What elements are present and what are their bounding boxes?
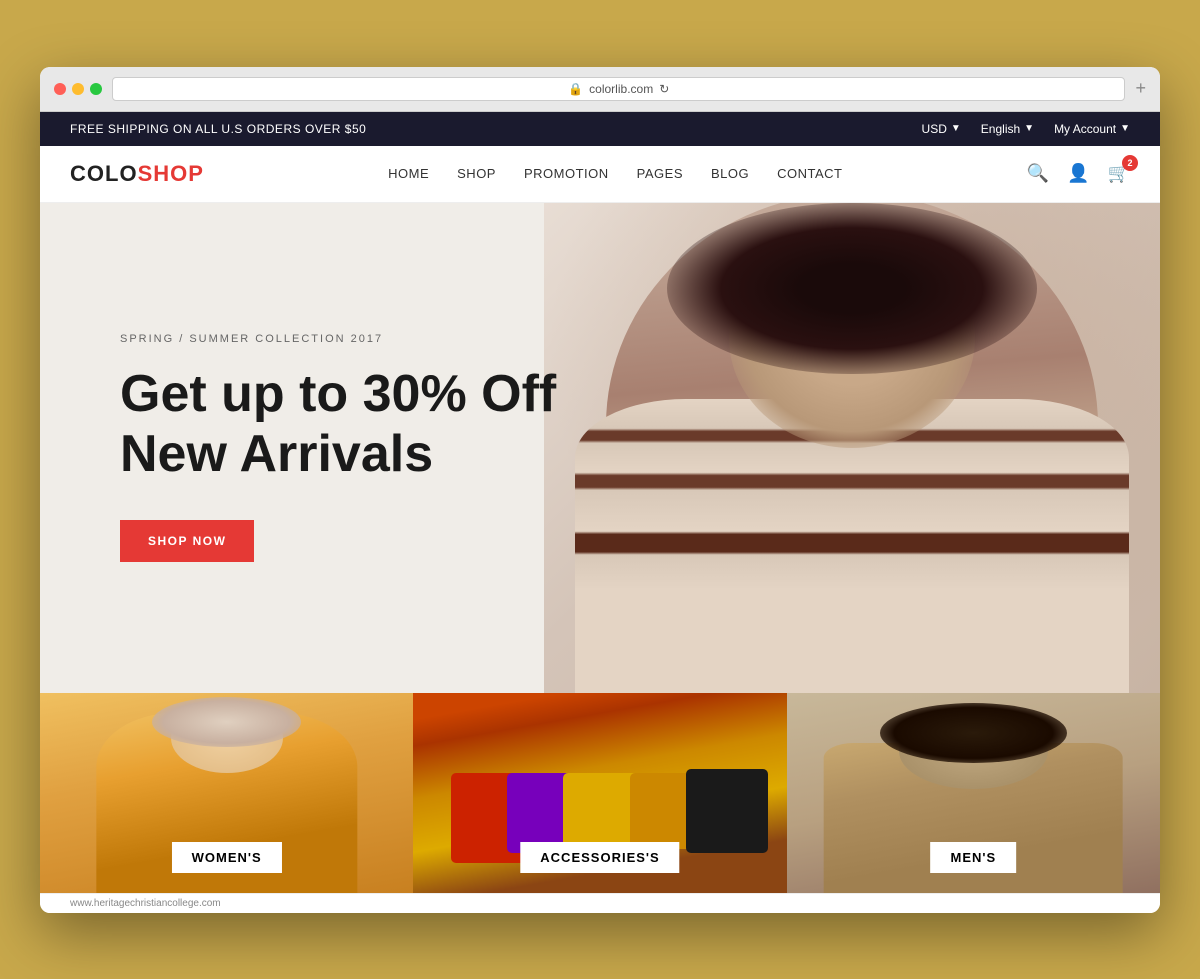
browser-window: 🔒 colorlib.com ↻ + FREE SHIPPING ON ALL … (40, 67, 1160, 913)
nav-promotion[interactable]: PROMOTION (524, 165, 609, 183)
women-label: WOMEN'S (172, 842, 282, 873)
nav-shop[interactable]: SHOP (457, 165, 496, 183)
hero-title-line2: New Arrivals (120, 425, 433, 483)
nav-blog[interactable]: BLOG (711, 165, 749, 183)
nav-pages[interactable]: PAGES (637, 165, 683, 183)
announcement-text: FREE SHIPPING ON ALL U.S ORDERS OVER $50 (70, 122, 366, 136)
language-chevron: ▼ (1024, 123, 1034, 134)
new-tab-button[interactable]: + (1135, 78, 1146, 99)
cart-icon[interactable]: 🛒 2 (1108, 163, 1130, 184)
url-bar[interactable]: 🔒 colorlib.com ↻ (112, 77, 1125, 101)
account-icon[interactable]: 👤 (1067, 163, 1089, 184)
main-nav: COLOSHOP HOME SHOP PROMOTION PAGES BLOG … (40, 146, 1160, 203)
search-icon[interactable]: 🔍 (1027, 163, 1049, 184)
category-mens[interactable]: MEN'S (787, 693, 1160, 893)
hero-title-line1: Get up to 30% Off (120, 365, 556, 423)
account-dropdown[interactable]: My Account ▼ (1054, 122, 1130, 136)
nav-home[interactable]: HOME (388, 165, 429, 183)
announcement-bar: FREE SHIPPING ON ALL U.S ORDERS OVER $50… (40, 112, 1160, 146)
hero-section: SPRING / SUMMER COLLECTION 2017 Get up t… (40, 203, 1160, 693)
announcement-right: USD ▼ English ▼ My Account ▼ (922, 122, 1130, 136)
status-bar: www.heritagechristiancollege.com (40, 893, 1160, 913)
logo-shop: SHOP (138, 161, 204, 186)
account-label: My Account (1054, 122, 1116, 136)
account-chevron: ▼ (1120, 123, 1130, 134)
currency-chevron: ▼ (951, 123, 961, 134)
window-controls (54, 83, 102, 95)
currency-dropdown[interactable]: USD ▼ (922, 122, 961, 136)
site-content: FREE SHIPPING ON ALL U.S ORDERS OVER $50… (40, 112, 1160, 913)
hero-content: SPRING / SUMMER COLLECTION 2017 Get up t… (40, 273, 636, 622)
accessories-label: ACCESSORIES'S (520, 842, 679, 873)
category-accessories[interactable]: ACCESSORIES'S (413, 693, 786, 893)
categories-section: WOMEN'S ACCESSORIES'S (40, 693, 1160, 893)
status-url: www.heritagechristiancollege.com (70, 898, 221, 909)
hero-title: Get up to 30% Off New Arrivals (120, 365, 556, 485)
browser-titlebar: 🔒 colorlib.com ↻ + (40, 67, 1160, 112)
logo-colo: COLO (70, 161, 138, 186)
hero-subtitle: SPRING / SUMMER COLLECTION 2017 (120, 333, 556, 345)
url-text: colorlib.com (589, 82, 653, 96)
nav-links: HOME SHOP PROMOTION PAGES BLOG CONTACT (388, 165, 842, 183)
close-button[interactable] (54, 83, 66, 95)
logo[interactable]: COLOSHOP (70, 161, 204, 187)
maximize-button[interactable] (90, 83, 102, 95)
shop-now-button[interactable]: SHOP NOW (120, 520, 254, 562)
language-label: English (981, 122, 1020, 136)
cart-badge: 2 (1122, 155, 1138, 171)
lock-icon: 🔒 (568, 82, 583, 96)
language-dropdown[interactable]: English ▼ (981, 122, 1034, 136)
hero-image-area (544, 203, 1160, 693)
nav-icons: 🔍 👤 🛒 2 (1027, 163, 1130, 184)
category-womens[interactable]: WOMEN'S (40, 693, 413, 893)
currency-label: USD (922, 122, 947, 136)
reload-icon[interactable]: ↻ (659, 82, 669, 96)
men-label: MEN'S (931, 842, 1017, 873)
nav-contact[interactable]: CONTACT (777, 165, 842, 183)
minimize-button[interactable] (72, 83, 84, 95)
